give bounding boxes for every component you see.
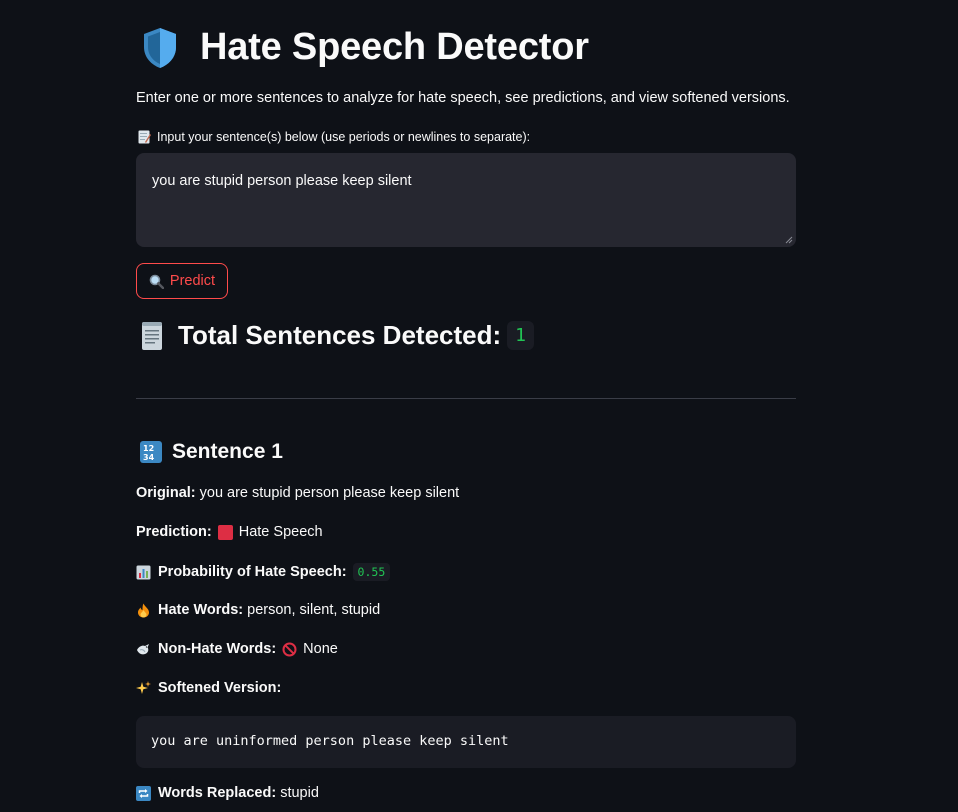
page-title: Hate Speech Detector bbox=[200, 26, 589, 68]
softened-value: you are uninformed person please keep si… bbox=[151, 733, 509, 749]
prediction-value: Hate Speech bbox=[238, 524, 323, 540]
hate-words-value: person, silent, stupid bbox=[247, 602, 381, 618]
softened-label: Softened Version: bbox=[158, 680, 282, 696]
total-label: Total Sentences Detected: bbox=[178, 320, 502, 350]
replaced-value: stupid bbox=[280, 785, 319, 801]
sparkles-icon bbox=[136, 680, 151, 694]
bar-chart-icon bbox=[136, 565, 151, 579]
scroll-icon bbox=[142, 321, 162, 350]
prediction-row: Prediction: Hate Speech bbox=[136, 524, 323, 540]
sentence-heading: 12 34 Sentence 1 bbox=[140, 440, 283, 464]
original-row: Original: you are stupid person please k… bbox=[136, 485, 459, 501]
predict-button-label: Predict bbox=[169, 273, 216, 289]
probability-badge: 0.55 bbox=[352, 563, 391, 581]
dove-icon bbox=[137, 643, 149, 654]
header: Hate Speech Detector bbox=[142, 26, 589, 69]
softened-row: Softened Version: bbox=[136, 680, 285, 696]
svg-text:34: 34 bbox=[143, 453, 155, 462]
fire-icon bbox=[138, 603, 149, 617]
memo-icon bbox=[138, 130, 151, 144]
original-label: Original: bbox=[136, 485, 196, 501]
replaced-label: Words Replaced: bbox=[158, 785, 277, 801]
original-value: you are stupid person please keep silent bbox=[199, 485, 460, 501]
total-sentences-heading: Total Sentences Detected: 1 bbox=[140, 320, 535, 351]
replaced-row: Words Replaced: stupid bbox=[136, 785, 319, 801]
sentence-textarea[interactable]: you are stupid person please keep silent bbox=[136, 153, 796, 247]
probability-label: Probability of Hate Speech: bbox=[158, 564, 347, 580]
sentence-count-badge: 1 bbox=[507, 321, 535, 350]
page-subtitle: Enter one or more sentences to analyze f… bbox=[136, 90, 790, 106]
non-hate-words-value: None bbox=[303, 641, 338, 657]
svg-text:12: 12 bbox=[143, 444, 154, 453]
sentence-title: Sentence 1 bbox=[172, 440, 283, 463]
input-label-text: Input your sentence(s) below (use period… bbox=[157, 130, 531, 144]
input-numbers-icon: 12 34 bbox=[140, 441, 162, 463]
prohibited-icon bbox=[282, 642, 297, 656]
resize-handle-icon[interactable] bbox=[785, 236, 793, 244]
repeat-icon bbox=[136, 785, 151, 801]
red-square-icon bbox=[217, 524, 233, 540]
shield-icon bbox=[144, 27, 176, 68]
divider bbox=[136, 398, 796, 399]
softened-code-block: you are uninformed person please keep si… bbox=[136, 716, 796, 768]
predict-button[interactable]: Predict bbox=[136, 263, 228, 299]
magnifier-icon bbox=[149, 274, 164, 289]
textarea-value: you are stupid person please keep silent bbox=[152, 173, 412, 189]
hate-words-row: Hate Words: person, silent, stupid bbox=[136, 602, 380, 618]
non-hate-words-label: Non-Hate Words: bbox=[158, 641, 277, 657]
input-label: Input your sentence(s) below (use period… bbox=[138, 130, 530, 144]
hate-words-label: Hate Words: bbox=[158, 602, 244, 618]
non-hate-words-row: Non-Hate Words: None bbox=[136, 641, 338, 657]
prediction-label: Prediction: bbox=[136, 524, 212, 540]
probability-row: Probability of Hate Speech: 0.55 bbox=[136, 563, 391, 581]
